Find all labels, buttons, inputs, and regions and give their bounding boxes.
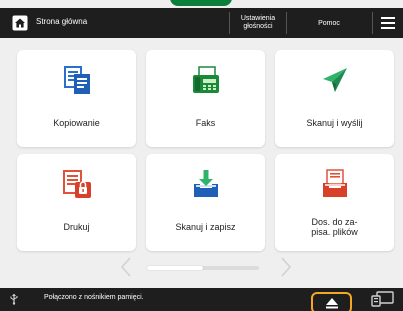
menu-button[interactable] <box>373 8 403 38</box>
page-scrollbar-thumb[interactable] <box>147 266 203 270</box>
tile-access-stored-files[interactable]: Dos. do za- pisa. plików <box>275 154 394 251</box>
status-indicator-pill <box>170 0 232 6</box>
access-stored-files-icon <box>322 169 347 197</box>
fax-icon <box>192 66 219 93</box>
page-scrollbar[interactable] <box>147 266 259 270</box>
tile-label: Faks <box>195 118 216 128</box>
status-monitor-icon[interactable] <box>371 291 395 307</box>
tile-fax[interactable]: Faks <box>146 50 265 147</box>
eject-icon <box>325 297 338 308</box>
volume-settings-button[interactable]: Ustawienia głośności <box>230 8 286 38</box>
tile-scan-save[interactable]: Skanuj i zapisz <box>146 154 265 251</box>
tile-label: Kopiowanie <box>53 118 100 128</box>
chevron-right-icon[interactable] <box>280 257 292 277</box>
header-bar: Strona główna Ustawienia głośności Pomoc <box>0 8 403 38</box>
scan-send-icon <box>322 68 347 92</box>
home-label[interactable]: Strona główna <box>36 17 87 26</box>
copy-icon <box>63 66 90 94</box>
eject-button[interactable] <box>311 292 352 311</box>
tile-copy[interactable]: Kopiowanie <box>17 50 136 147</box>
hamburger-icon <box>381 17 395 29</box>
chevron-left-icon[interactable] <box>120 257 132 277</box>
help-button[interactable]: Pomoc <box>287 8 371 38</box>
tile-label: Skanuj i zapisz <box>175 222 236 232</box>
status-message: Połączono z nośnikiem pamięci. <box>44 294 144 301</box>
tile-scan-send[interactable]: Skanuj i wyślij <box>275 50 394 147</box>
control-panel-screen: Strona główna Ustawienia głośności Pomoc… <box>0 0 403 311</box>
print-icon <box>62 170 91 198</box>
home-icon[interactable] <box>12 15 28 31</box>
scan-save-icon <box>193 170 218 197</box>
tile-print[interactable]: Drukuj <box>17 154 136 251</box>
usb-icon <box>10 293 18 305</box>
tile-label: Skanuj i wyślij <box>306 118 363 128</box>
tile-label: Dos. do za- pisa. plików <box>311 217 358 237</box>
tile-label: Drukuj <box>63 222 90 232</box>
